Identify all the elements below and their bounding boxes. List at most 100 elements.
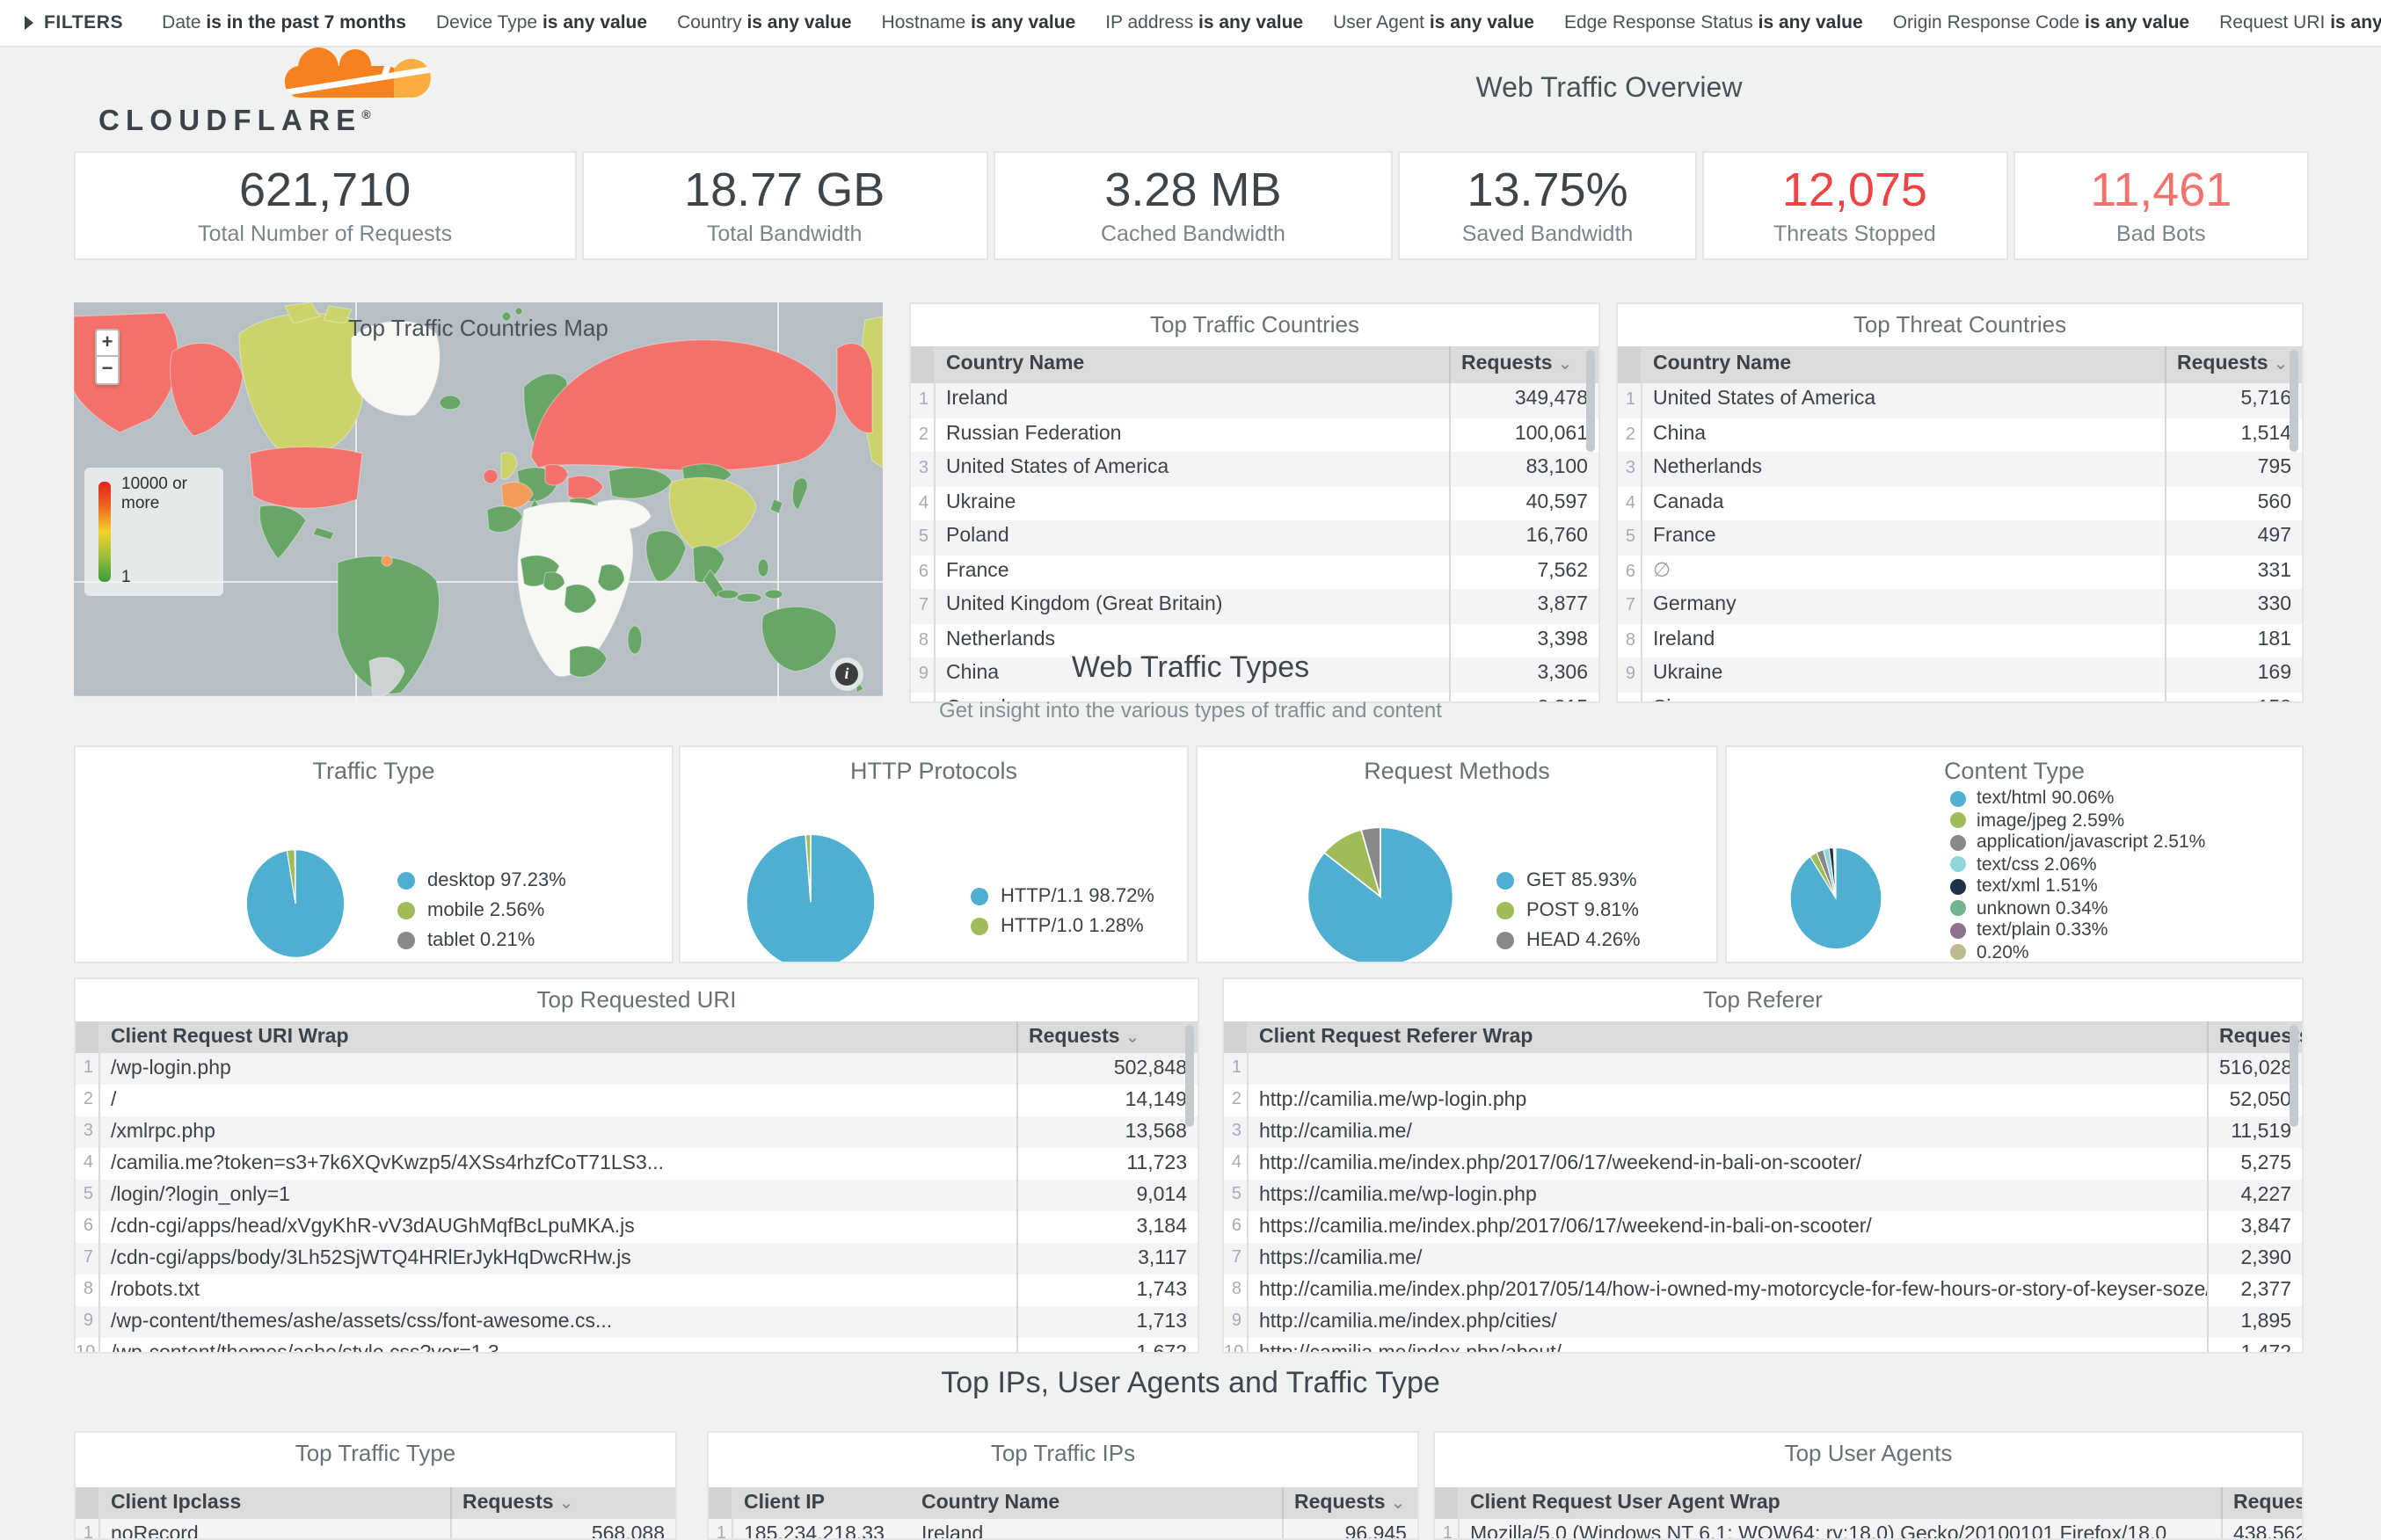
table-cell: 83,100 — [1449, 452, 1598, 486]
table-cell: Mozilla/5.0 (Windows NT 6.1; WOW64; rv:1… — [1460, 1519, 2221, 1540]
legend-item[interactable]: mobile 2.56% — [397, 895, 566, 925]
http-protocols-pie-chart — [744, 832, 877, 963]
column-header[interactable]: Requests⌄ — [450, 1487, 675, 1519]
legend-item[interactable]: GET 85.93% — [1496, 865, 1641, 895]
legend-label: image/jpeg 2.59% — [1977, 810, 2124, 832]
http-protocols-legend: HTTP/1.1 98.72% HTTP/1.0 1.28% — [971, 881, 1154, 941]
legend-item[interactable]: POST 9.81% — [1496, 895, 1641, 925]
top-requested-uri-card: Top Requested URI Client Request URI Wra… — [74, 977, 1199, 1354]
legend-item[interactable]: text/plain 0.33% — [1950, 919, 2205, 941]
column-header[interactable]: Client Request User Agent Wrap — [1460, 1487, 2221, 1519]
table-cell: 5,275 — [2207, 1148, 2302, 1180]
legend-item[interactable]: desktop 97.23% — [397, 865, 566, 895]
table-cell: /xmlrpc.php — [100, 1116, 1016, 1148]
legend-dot-icon — [971, 887, 988, 904]
legend-item[interactable]: text/html 90.06% — [1950, 788, 2205, 810]
column-header[interactable]: Requests⌄ — [2221, 1487, 2302, 1519]
table-cell: 3,117 — [1016, 1243, 1198, 1275]
table-cell: 1,895 — [2207, 1306, 2302, 1338]
scrollbar-thumb[interactable] — [1185, 1025, 1194, 1127]
scrollbar-thumb[interactable] — [1586, 350, 1595, 452]
table-row: 2Russian Federation100,061 — [911, 418, 1598, 452]
table-cell: 100,061 — [1449, 418, 1598, 452]
table-row: 5https://camilia.me/wp-login.php4,227 — [1224, 1180, 2302, 1211]
table-cell: http://camilia.me/index.php/about/ — [1249, 1338, 2207, 1354]
table-cell: https://camilia.me/ — [1249, 1243, 2207, 1275]
filter-item[interactable]: Request URI is any value — [2219, 12, 2381, 33]
filter-item[interactable]: Date is in the past 7 months — [162, 12, 406, 33]
table-cell: Germany — [1642, 589, 2165, 623]
table-row: 8/robots.txt1,743 — [76, 1275, 1198, 1306]
legend-label: POST 9.81% — [1526, 899, 1639, 920]
filter-item[interactable]: Device Type is any value — [436, 12, 647, 33]
table-row: 1Ireland349,478 — [911, 383, 1598, 418]
legend-item[interactable]: text/xml 1.51% — [1950, 875, 2205, 897]
legend-item[interactable]: HTTP/1.0 1.28% — [971, 911, 1154, 941]
legend-item[interactable]: tablet 0.21% — [397, 925, 566, 955]
legend-item[interactable]: HTTP/1.1 98.72% — [971, 881, 1154, 911]
filter-item[interactable]: Origin Response Code is any value — [1893, 12, 2189, 33]
legend-item[interactable]: unknown 0.34% — [1950, 897, 2205, 919]
legend-label: text/html 90.06% — [1977, 788, 2114, 810]
table-cell: United States of America — [1642, 383, 2165, 418]
table-row: 4http://camilia.me/index.php/2017/06/17/… — [1224, 1148, 2302, 1180]
legend-label: text/css 2.06% — [1977, 854, 2097, 875]
column-header[interactable]: Requests⌄ — [1282, 1487, 1417, 1519]
filter-item[interactable]: Edge Response Status is any value — [1564, 12, 1863, 33]
map-zoom-in-button[interactable]: + — [95, 329, 120, 357]
legend-label: HTTP/1.1 98.72% — [1001, 885, 1154, 906]
filter-item[interactable]: User Agent is any value — [1333, 12, 1534, 33]
kpi-label: Cached Bandwidth — [994, 222, 1392, 246]
pie-slice[interactable] — [1835, 847, 1836, 898]
column-header[interactable]: Client IP — [733, 1487, 911, 1519]
map-info-icon[interactable]: i — [835, 663, 858, 686]
table-cell: 1,743 — [1016, 1275, 1198, 1306]
scrollbar-thumb[interactable] — [2290, 1025, 2298, 1127]
column-header[interactable]: Requests⌄ — [1016, 1021, 1198, 1053]
column-header[interactable]: Country Name — [1642, 346, 2165, 383]
table-cell: Ireland — [936, 383, 1449, 418]
legend-dot-icon — [1496, 901, 1514, 919]
legend-item[interactable]: text/css 2.06% — [1950, 854, 2205, 875]
column-header[interactable]: Client Request URI Wrap — [100, 1021, 1016, 1053]
legend-label: tablet 0.21% — [427, 929, 535, 950]
card-title: Top Requested URI — [76, 986, 1198, 1013]
table-row: 9/wp-content/themes/ashe/assets/css/font… — [76, 1306, 1198, 1338]
filter-item[interactable]: IP address is any value — [1105, 12, 1303, 33]
legend-dot-icon — [397, 871, 415, 889]
table-cell — [1249, 1053, 2207, 1085]
legend-item[interactable]: 0.20% — [1950, 941, 2205, 963]
filter-item[interactable]: Hostname is any value — [882, 12, 1076, 33]
column-header[interactable]: Client Request Referer Wrap — [1249, 1021, 2207, 1053]
table-cell: Canada — [1642, 486, 2165, 520]
filters-toggle[interactable]: FILTERS — [25, 12, 123, 33]
table-cell: Ukraine — [936, 486, 1449, 520]
card-title: Top Traffic Countries — [911, 311, 1598, 338]
legend-item[interactable]: application/javascript 2.51% — [1950, 832, 2205, 854]
legend-dot-icon — [1950, 923, 1966, 939]
table-cell: 7,562 — [1449, 555, 1598, 589]
legend-item[interactable]: HEAD 4.26% — [1496, 925, 1641, 955]
column-header[interactable]: Country Name — [911, 1487, 1282, 1519]
column-header[interactable]: Client Ipclass — [100, 1487, 450, 1519]
request-methods-card: Request Methods GET 85.93% POST 9.81% HEAD… — [1196, 745, 1718, 963]
column-header[interactable]: Requests⌄ — [2165, 346, 2302, 383]
table-cell: 40,597 — [1449, 486, 1598, 520]
column-header[interactable]: Requests⌄ — [1449, 346, 1598, 383]
column-header[interactable]: Requests⌄ — [2207, 1021, 2302, 1053]
cloudflare-logo: CLOUDFLARE® — [98, 46, 450, 141]
chart-title: Request Methods — [1198, 758, 1716, 784]
legend-item[interactable]: image/jpeg 2.59% — [1950, 810, 2205, 832]
table-row: 1noRecord568,088 — [76, 1519, 675, 1540]
top-traffic-type-table: Client IpclassRequests⌄1noRecord568,088 — [76, 1487, 675, 1540]
column-header[interactable]: Country Name — [936, 346, 1449, 383]
filter-item[interactable]: Country is any value — [677, 12, 851, 33]
table-cell: 2,390 — [2207, 1243, 2302, 1275]
table-cell: 502,848 — [1016, 1053, 1198, 1085]
scrollbar-thumb[interactable] — [2290, 350, 2298, 452]
card-title: Top User Agents — [1435, 1440, 2302, 1466]
map-zoom-out-button[interactable]: − — [95, 357, 120, 385]
kpi-label: Saved Bandwidth — [1401, 222, 1694, 246]
legend-label: desktop 97.23% — [427, 869, 566, 890]
kpi-value: 3.28 MB — [994, 163, 1392, 216]
